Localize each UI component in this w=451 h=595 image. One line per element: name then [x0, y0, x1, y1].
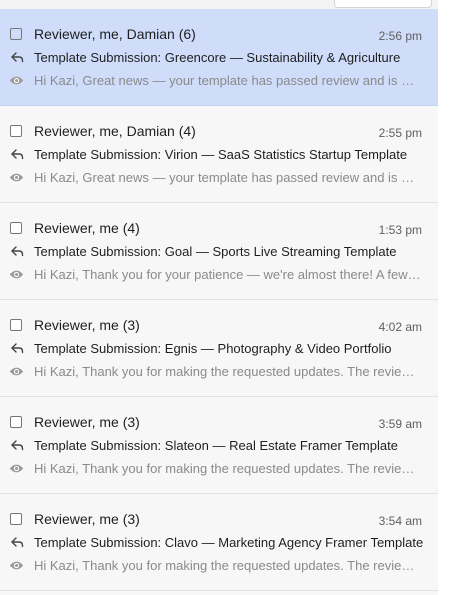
thread-time: 1:53 pm	[378, 223, 422, 237]
reply-arrow-icon	[11, 343, 24, 354]
thread-subject: Template Submission: Greencore — Sustain…	[34, 50, 401, 65]
eye-icon	[9, 270, 24, 279]
reply-arrow-icon	[11, 537, 24, 548]
thread-senders: Reviewer, me (3)	[34, 414, 140, 430]
thread-snippet: Hi Kazi, Great news — your template has …	[34, 73, 421, 88]
reply-arrow-icon	[11, 52, 24, 63]
thread-snippet: Hi Kazi, Thank you for your patience — w…	[34, 267, 421, 282]
select-checkbox[interactable]	[10, 513, 22, 525]
thread-senders: Reviewer, me, Damian (4)	[34, 123, 196, 139]
thread-subject: Template Submission: Slateon — Real Esta…	[34, 438, 398, 453]
thread-senders: Reviewer, me (3)	[34, 317, 140, 333]
eye-icon	[9, 173, 24, 182]
thread-item[interactable]: Reviewer, me (4) 1:53 pm Template Submis…	[0, 203, 438, 300]
thread-time: 3:59 am	[378, 417, 422, 431]
select-checkbox[interactable]	[10, 416, 22, 428]
thread-item[interactable]: Reviewer, me, Damian (6) 2:56 pm Templat…	[0, 9, 438, 106]
thread-subject: Template Submission: Goal — Sports Live …	[34, 244, 397, 259]
thread-item[interactable]: Reviewer, me (3) 3:54 am Template Submis…	[0, 494, 438, 591]
list-toolbar	[0, 0, 438, 9]
thread-item[interactable]: Reviewer, me (3) 4:02 am Template Submis…	[0, 300, 438, 397]
select-checkbox[interactable]	[10, 222, 22, 234]
reply-arrow-icon	[11, 246, 24, 257]
thread-senders: Reviewer, me, Damian (6)	[34, 26, 196, 42]
eye-icon	[9, 367, 24, 376]
thread-item[interactable]: Reviewer, me, Damian (4) 2:55 pm Templat…	[0, 106, 438, 203]
thread-item[interactable]: Reviewer, me (3) 3:59 am Template Submis…	[0, 397, 438, 494]
thread-snippet: Hi Kazi, Great news — your template has …	[34, 170, 421, 185]
select-checkbox[interactable]	[10, 28, 22, 40]
thread-senders: Reviewer, me (3)	[34, 511, 140, 527]
thread-time: 4:02 am	[378, 320, 422, 334]
thread-time: 2:56 pm	[378, 29, 422, 43]
eye-icon	[9, 561, 24, 570]
thread-snippet: Hi Kazi, Thank you for making the reques…	[34, 558, 421, 573]
thread-time: 2:55 pm	[378, 126, 422, 140]
thread-time: 3:54 am	[378, 514, 422, 528]
thread-subject: Template Submission: Clavo — Marketing A…	[34, 535, 424, 550]
scrollbar[interactable]	[438, 0, 451, 595]
reply-arrow-icon	[11, 149, 24, 160]
select-checkbox[interactable]	[10, 125, 22, 137]
thread-subject: Template Submission: Virion — SaaS Stati…	[34, 147, 408, 162]
thread-snippet: Hi Kazi, Thank you for making the reques…	[34, 364, 421, 379]
select-checkbox[interactable]	[10, 319, 22, 331]
thread-subject: Template Submission: Egnis — Photography…	[34, 341, 392, 356]
eye-icon	[9, 76, 24, 85]
toolbar-control[interactable]	[334, 0, 432, 8]
thread-snippet: Hi Kazi, Thank you for making the reques…	[34, 461, 421, 476]
thread-list: Reviewer, me, Damian (6) 2:56 pm Templat…	[0, 9, 438, 591]
thread-list-pane: Reviewer, me, Damian (6) 2:56 pm Templat…	[0, 0, 438, 595]
reply-arrow-icon	[11, 440, 24, 451]
thread-senders: Reviewer, me (4)	[34, 220, 140, 236]
eye-icon	[9, 464, 24, 473]
